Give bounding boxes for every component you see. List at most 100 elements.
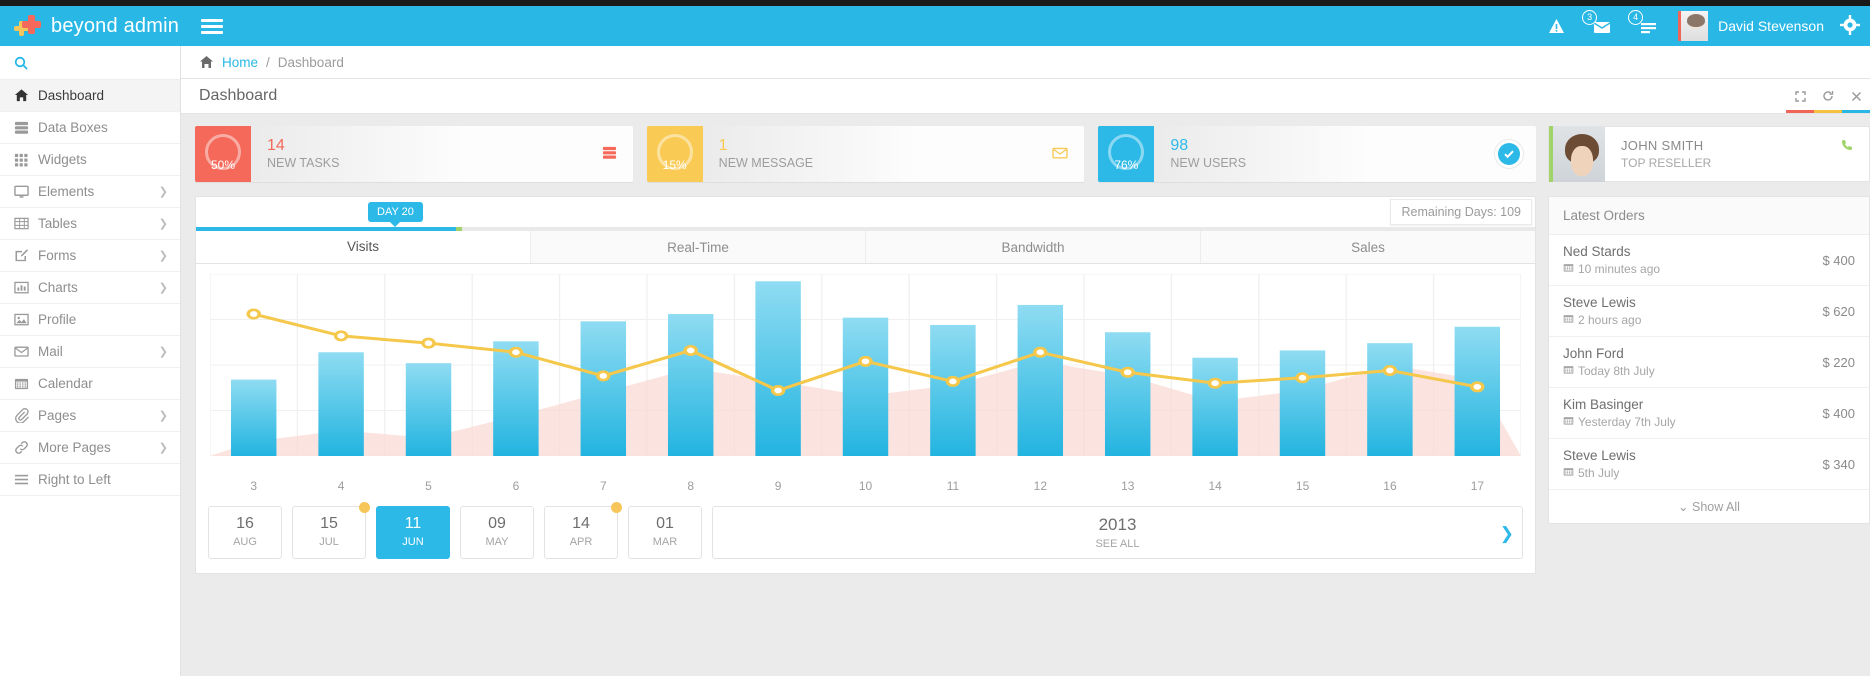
sidebar-item-label: Elements bbox=[38, 184, 95, 199]
calendar-icon bbox=[1563, 366, 1574, 374]
tab-bandwidth[interactable]: Bandwidth bbox=[865, 231, 1200, 263]
stat-box-new message[interactable]: 15% 1 NEW MESSAGE bbox=[646, 126, 1085, 182]
sidebar-item-label: Forms bbox=[38, 248, 77, 263]
see-all-label: SEE ALL bbox=[1095, 538, 1140, 550]
paperclip-icon bbox=[14, 408, 38, 423]
stat-label: NEW TASKS bbox=[267, 156, 340, 171]
messages-icon[interactable]: 3 bbox=[1582, 10, 1611, 34]
order-row[interactable]: Steve Lewis 2 hours ago $ 620 bbox=[1549, 286, 1869, 337]
order-customer: Steve Lewis bbox=[1563, 448, 1636, 463]
date-day: 09 bbox=[488, 515, 506, 532]
sidebar-item-calendar[interactable]: Calendar bbox=[0, 368, 180, 400]
sidebar-item-label: Pages bbox=[38, 408, 77, 423]
order-row[interactable]: John Ford Today 8th July $ 220 bbox=[1549, 337, 1869, 388]
date-card-jul[interactable]: 15 JUL bbox=[292, 502, 370, 559]
tasks-icon[interactable]: 4 bbox=[1628, 10, 1657, 34]
hamburger-icon[interactable] bbox=[201, 16, 223, 37]
order-customer: John Ford bbox=[1563, 346, 1624, 361]
gear-icon[interactable] bbox=[1840, 14, 1860, 38]
window-controls bbox=[1786, 79, 1870, 113]
stat-percent: 15% bbox=[662, 158, 687, 172]
warning-icon[interactable] bbox=[1548, 18, 1565, 35]
sidebar-nav: Dashboard Data Boxes Widgets Elements ❯ … bbox=[0, 80, 180, 496]
sidebar-item-elements[interactable]: Elements ❯ bbox=[0, 176, 180, 208]
grid-icon bbox=[14, 153, 28, 167]
order-amount: $ 400 bbox=[1822, 252, 1855, 268]
stat-box-new tasks[interactable]: 50% 14 NEW TASKS bbox=[195, 126, 633, 182]
bar-chart-icon bbox=[14, 281, 29, 294]
breadcrumb: Home / Dashboard bbox=[199, 55, 344, 70]
date-card-jun[interactable]: 11 JUN bbox=[376, 506, 450, 559]
calendar-icon bbox=[1563, 417, 1574, 425]
order-row[interactable]: Kim Basinger Yesterday 7th July $ 400 bbox=[1549, 388, 1869, 439]
calendar-icon bbox=[1563, 262, 1574, 276]
tab-sales[interactable]: Sales bbox=[1200, 231, 1535, 263]
x-tick-label: 17 bbox=[1470, 479, 1485, 493]
sidebar-item-pages[interactable]: Pages ❯ bbox=[0, 400, 180, 432]
sidebar-item-data boxes[interactable]: Data Boxes bbox=[0, 112, 180, 144]
close-button[interactable] bbox=[1842, 79, 1870, 113]
order-info: Steve Lewis 5th July bbox=[1563, 448, 1636, 480]
tab-real-time[interactable]: Real-Time bbox=[530, 231, 865, 263]
progress-dial: 50% bbox=[195, 126, 251, 182]
chevron-right-icon: ❯ bbox=[158, 346, 168, 358]
order-time: 5th July bbox=[1563, 466, 1636, 480]
order-time: 2 hours ago bbox=[1563, 313, 1641, 327]
x-tick-label: 11 bbox=[946, 479, 960, 493]
see-all-card[interactable]: 2013 SEE ALL ❯ bbox=[712, 506, 1523, 559]
sidebar-item-forms[interactable]: Forms ❯ bbox=[0, 240, 180, 272]
chart-x-axis: 3 4 5 6 7 8 9 10 11 12 13 14 15 16 17 bbox=[196, 476, 1535, 496]
date-month: JUL bbox=[319, 536, 339, 548]
refresh-button[interactable] bbox=[1814, 79, 1842, 113]
app-body: Dashboard Data Boxes Widgets Elements ❯ … bbox=[0, 46, 1870, 676]
left-column: 50% 14 NEW TASKS 15% 1 NEW MESSAGE 76% 9… bbox=[195, 126, 1537, 676]
search-input[interactable] bbox=[0, 46, 180, 80]
stat-percent: 50% bbox=[210, 158, 236, 172]
stat-text: 1 NEW MESSAGE bbox=[703, 136, 813, 172]
user-menu[interactable]: David Stevenson bbox=[1678, 11, 1824, 41]
date-day: 15 bbox=[320, 515, 338, 532]
envelope-icon bbox=[14, 344, 38, 359]
order-row[interactable]: Ned Stards 10 minutes ago $ 400 bbox=[1549, 235, 1869, 286]
calendar-icon bbox=[1563, 415, 1574, 429]
sidebar-item-widgets[interactable]: Widgets bbox=[0, 144, 180, 176]
home-icon bbox=[200, 56, 213, 68]
order-time: 10 minutes ago bbox=[1563, 262, 1660, 276]
sidebar-item-mail[interactable]: Mail ❯ bbox=[0, 336, 180, 368]
right-column: JOHN SMITH TOP RESELLER Latest Orders Ne… bbox=[1548, 126, 1870, 676]
sidebar-item-label: Data Boxes bbox=[38, 120, 108, 135]
sidebar-item-profile[interactable]: Profile bbox=[0, 304, 180, 336]
order-row[interactable]: Steve Lewis 5th July $ 340 bbox=[1549, 439, 1869, 490]
sidebar-item-right to left[interactable]: Right to Left bbox=[0, 464, 180, 496]
expand-button[interactable] bbox=[1786, 79, 1814, 113]
day-tooltip: DAY 20 bbox=[368, 202, 423, 227]
sidebar-item-dashboard[interactable]: Dashboard bbox=[0, 80, 180, 112]
x-tick-label: 16 bbox=[1383, 479, 1397, 493]
breadcrumb-home[interactable]: Home bbox=[222, 55, 258, 70]
tab-visits[interactable]: Visits bbox=[196, 231, 530, 263]
date-card-apr[interactable]: 14 APR bbox=[544, 502, 622, 559]
stat-value: 98 bbox=[1170, 137, 1189, 155]
logo-zone[interactable]: beyond admin bbox=[0, 14, 181, 38]
calendar-icon bbox=[1563, 315, 1574, 323]
sidebar-item-tables[interactable]: Tables ❯ bbox=[0, 208, 180, 240]
date-card-mar[interactable]: 01 MAR bbox=[628, 506, 702, 559]
chevron-right-icon[interactable]: ❯ bbox=[1500, 524, 1514, 544]
sidebar-item-label: Tables bbox=[38, 216, 78, 231]
sidebar-item-label: Right to Left bbox=[38, 472, 111, 487]
order-info: Steve Lewis 2 hours ago bbox=[1563, 295, 1641, 327]
sidebar-item-charts[interactable]: Charts ❯ bbox=[0, 272, 180, 304]
stat-box-new users[interactable]: 76% 98 NEW USERS bbox=[1098, 126, 1537, 182]
top-reseller-card[interactable]: JOHN SMITH TOP RESELLER bbox=[1548, 126, 1870, 182]
progress-bar[interactable] bbox=[196, 227, 1535, 231]
date-month: AUG bbox=[233, 536, 257, 548]
show-all-button[interactable]: ⌄ Show All bbox=[1549, 490, 1869, 523]
date-card-may[interactable]: 09 MAY bbox=[460, 506, 534, 559]
sidebar-item-label: Dashboard bbox=[38, 88, 105, 103]
stat-value: 14 bbox=[267, 137, 285, 155]
phone-icon[interactable] bbox=[1841, 139, 1855, 156]
bar-chart-icon bbox=[14, 280, 38, 295]
sidebar-item-more pages[interactable]: More Pages ❯ bbox=[0, 432, 180, 464]
link-icon bbox=[15, 441, 28, 454]
date-card-aug[interactable]: 16 AUG bbox=[208, 506, 282, 559]
